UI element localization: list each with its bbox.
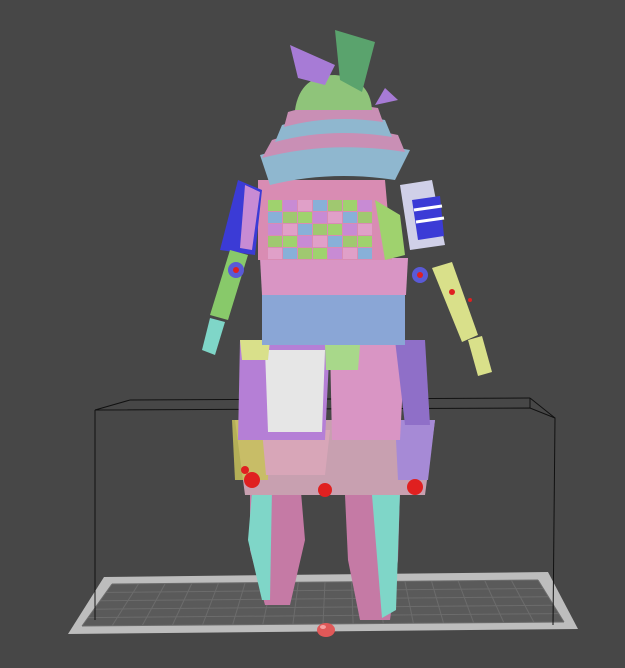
checker-cell	[313, 224, 327, 235]
checker-cell	[358, 248, 372, 259]
checker-cell	[343, 224, 357, 235]
checker-cell	[313, 200, 327, 211]
torso	[258, 180, 408, 345]
arm-left	[202, 250, 248, 355]
checker-cell	[283, 224, 297, 235]
checker-cell	[328, 224, 342, 235]
shoulder-guard-right	[400, 180, 445, 250]
pivot-marker[interactable]	[317, 623, 335, 637]
checker-cell	[298, 236, 312, 247]
checker-cell	[298, 212, 312, 223]
checker-cell	[358, 200, 372, 211]
checker-cell	[313, 248, 327, 259]
checker-cell	[283, 236, 297, 247]
checker-cell	[283, 212, 297, 223]
checker-cell	[358, 212, 372, 223]
checker-cell	[283, 200, 297, 211]
checker-cell	[343, 212, 357, 223]
shoulder-guard-left	[220, 180, 262, 255]
checker-cell	[268, 200, 282, 211]
checker-cell	[358, 236, 372, 247]
checker-cell	[328, 212, 342, 223]
armor-model[interactable]	[202, 30, 492, 620]
checker-cell	[343, 248, 357, 259]
checker-cell	[283, 248, 297, 259]
checker-cell	[298, 224, 312, 235]
checker-cell	[313, 212, 327, 223]
checker-cell	[328, 200, 342, 211]
checker-cell	[313, 236, 327, 247]
checker-cell	[343, 200, 357, 211]
checker-cell	[328, 236, 342, 247]
helmet	[260, 30, 410, 185]
checker-cell	[268, 212, 282, 223]
checker-cell	[268, 224, 282, 235]
3d-viewport[interactable]	[0, 0, 625, 668]
checker-cell	[328, 248, 342, 259]
checker-cell	[268, 236, 282, 247]
checker-cell	[358, 224, 372, 235]
viewport-canvas[interactable]	[0, 0, 625, 668]
checker-cell	[298, 200, 312, 211]
chest-checker-pattern	[268, 200, 372, 259]
checker-cell	[343, 236, 357, 247]
checker-cell	[298, 248, 312, 259]
checker-cell	[268, 248, 282, 259]
